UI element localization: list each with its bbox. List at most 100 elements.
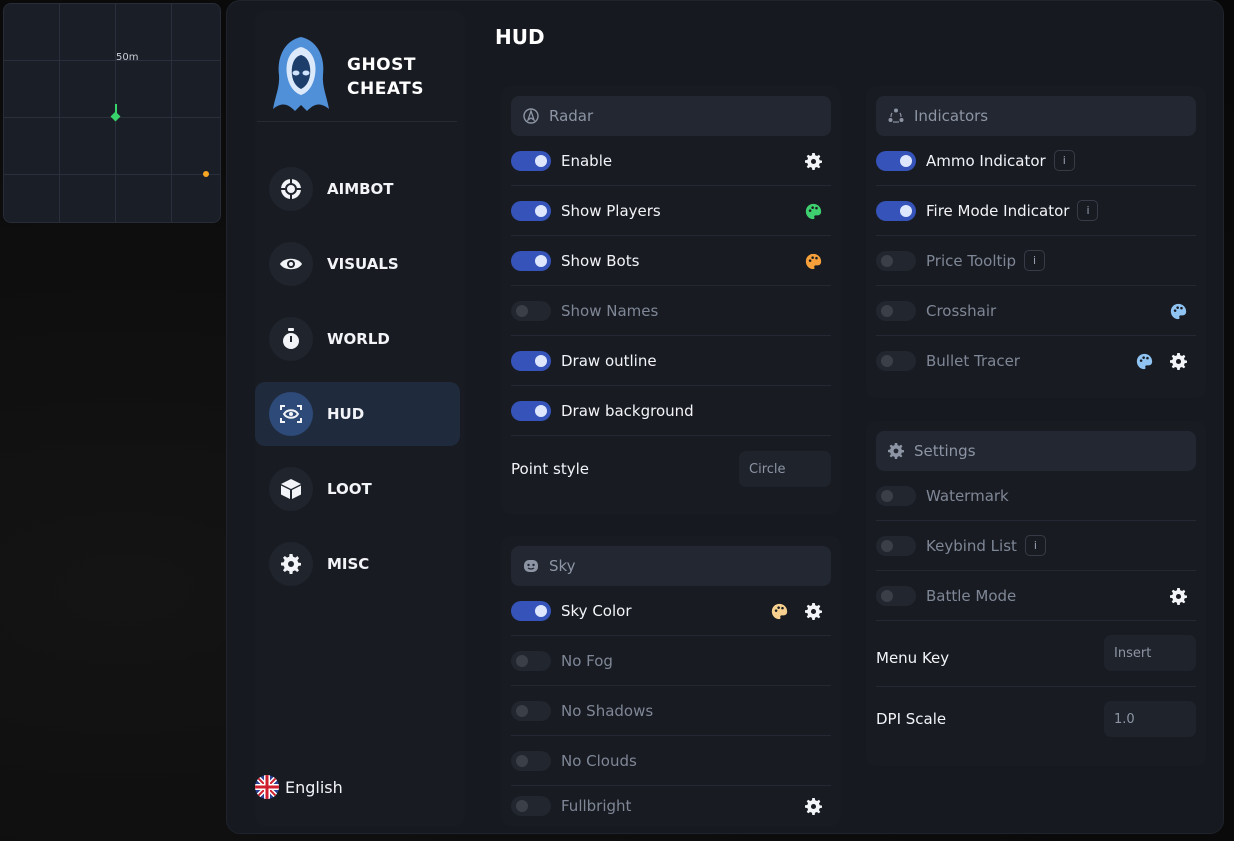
toggle-switch[interactable] (876, 585, 916, 606)
eye-icon (269, 242, 313, 286)
palette-icon[interactable] (769, 601, 789, 621)
toggle-switch[interactable] (511, 350, 551, 371)
radar-enemy-dot (203, 171, 209, 177)
toggle-knob (881, 355, 893, 367)
toggle-switch[interactable] (511, 250, 551, 271)
cloud-face-icon (523, 558, 539, 574)
ghost-hood-icon (273, 37, 329, 111)
gear-icon[interactable] (1168, 586, 1188, 606)
setting-label: Draw background (561, 401, 694, 420)
setting-row-show-players: Show Players (511, 186, 831, 236)
gear-icon[interactable] (803, 151, 823, 171)
toggle-knob (516, 304, 528, 317)
toggle-switch[interactable] (876, 250, 916, 271)
panel-title: Sky (549, 557, 576, 575)
stopwatch-icon (269, 317, 313, 361)
toggle-switch[interactable] (511, 200, 551, 221)
nav-item-hud[interactable]: HUD (255, 382, 460, 446)
sky-panel: Sky Sky Color No Fog No Shadows No Cloud… (501, 536, 841, 826)
toggle-knob (516, 800, 528, 812)
setting-row-sky-color: Sky Color (511, 586, 831, 636)
setting-row-no-fog: No Fog (511, 636, 831, 686)
setting-row-battle-mode: Battle Mode (876, 571, 1196, 621)
setting-row-no-clouds: No Clouds (511, 736, 831, 786)
gear-icon[interactable] (803, 601, 823, 621)
toggle-knob (881, 589, 893, 602)
toggle-knob (535, 204, 547, 217)
radar-player-marker (110, 111, 121, 122)
radar-grid-line (171, 4, 172, 222)
gear-icon[interactable] (803, 796, 823, 816)
setting-row-no-shadows: No Shadows (511, 686, 831, 736)
radar-panel-header: Radar (511, 96, 831, 136)
toggle-knob (535, 604, 547, 617)
info-icon[interactable]: i (1024, 535, 1046, 556)
toggle-knob (535, 154, 547, 167)
toggle-switch[interactable] (511, 600, 551, 621)
info-icon[interactable]: i (1053, 150, 1075, 171)
toggle-switch[interactable] (511, 700, 551, 721)
toggle-switch[interactable] (511, 400, 551, 421)
setting-label: Enable (561, 151, 613, 170)
setting-row-watermark: Watermark (876, 471, 1196, 521)
gear-icon[interactable] (1168, 351, 1188, 371)
toggle-knob (535, 254, 547, 267)
nav-label: VISUALS (327, 255, 399, 273)
setting-row-crosshair: Crosshair (876, 286, 1196, 336)
toggle-switch[interactable] (876, 351, 916, 371)
toggle-switch[interactable] (876, 535, 916, 556)
setting-label: No Shadows (561, 701, 654, 720)
palette-icon[interactable] (803, 201, 823, 221)
nav-item-world[interactable]: WORLD (255, 307, 460, 371)
menu-key-input[interactable]: Insert (1104, 635, 1196, 671)
toggle-switch[interactable] (876, 200, 916, 221)
toggle-knob (881, 489, 893, 502)
setting-label: Ammo Indicator (926, 151, 1046, 170)
point-style-label: Point style (511, 460, 589, 478)
panel-title: Settings (914, 442, 976, 460)
toggle-switch[interactable] (511, 796, 551, 816)
language-label: English (285, 777, 343, 797)
palette-icon[interactable] (1134, 351, 1154, 371)
nav-item-misc[interactable]: MISC (255, 532, 460, 596)
nav-item-visuals[interactable]: VISUALS (255, 232, 460, 296)
crosshair-icon (269, 167, 313, 211)
nav-item-loot[interactable]: LOOT (255, 457, 460, 521)
toggle-knob (516, 704, 528, 717)
brand-line-2: CHEATS (347, 79, 424, 99)
toggle-switch[interactable] (511, 150, 551, 171)
setting-label: Bullet Tracer (926, 352, 1020, 370)
settings-panel-header: Settings (876, 431, 1196, 471)
point-style-select[interactable]: Circle (739, 451, 831, 487)
dpi-scale-label: DPI Scale (876, 710, 947, 728)
toggle-switch[interactable] (511, 300, 551, 321)
nav-label: LOOT (327, 480, 372, 498)
setting-label: Show Bots (561, 251, 640, 270)
toggle-switch[interactable] (876, 150, 916, 171)
toggle-knob (881, 539, 893, 552)
palette-icon[interactable] (803, 251, 823, 271)
sidebar-divider (257, 121, 457, 122)
toggle-switch[interactable] (511, 750, 551, 771)
toggle-switch[interactable] (876, 485, 916, 506)
nav-item-aimbot[interactable]: AIMBOT (255, 157, 460, 221)
setting-row-draw-background: Draw background (511, 386, 831, 436)
setting-row-keybind-list: Keybind List i (876, 521, 1196, 571)
palette-icon[interactable] (1168, 301, 1188, 321)
toggle-switch[interactable] (876, 300, 916, 321)
setting-row-show-names: Show Names (511, 286, 831, 336)
setting-label: Sky Color (561, 601, 632, 620)
setting-label: No Fog (561, 651, 613, 670)
language-selector[interactable]: English (255, 775, 343, 799)
menu-key-label: Menu Key (876, 648, 950, 667)
setting-label: Show Names (561, 301, 659, 320)
uk-flag-icon (255, 775, 279, 799)
info-icon[interactable]: i (1077, 200, 1099, 221)
radar-grid-line (4, 60, 220, 61)
info-icon[interactable]: i (1024, 250, 1046, 271)
dpi-scale-input[interactable]: 1.0 (1104, 701, 1196, 737)
panel-title: Indicators (914, 107, 989, 125)
toggle-switch[interactable] (511, 650, 551, 671)
radar-icon (523, 108, 539, 124)
box-icon (269, 467, 313, 511)
